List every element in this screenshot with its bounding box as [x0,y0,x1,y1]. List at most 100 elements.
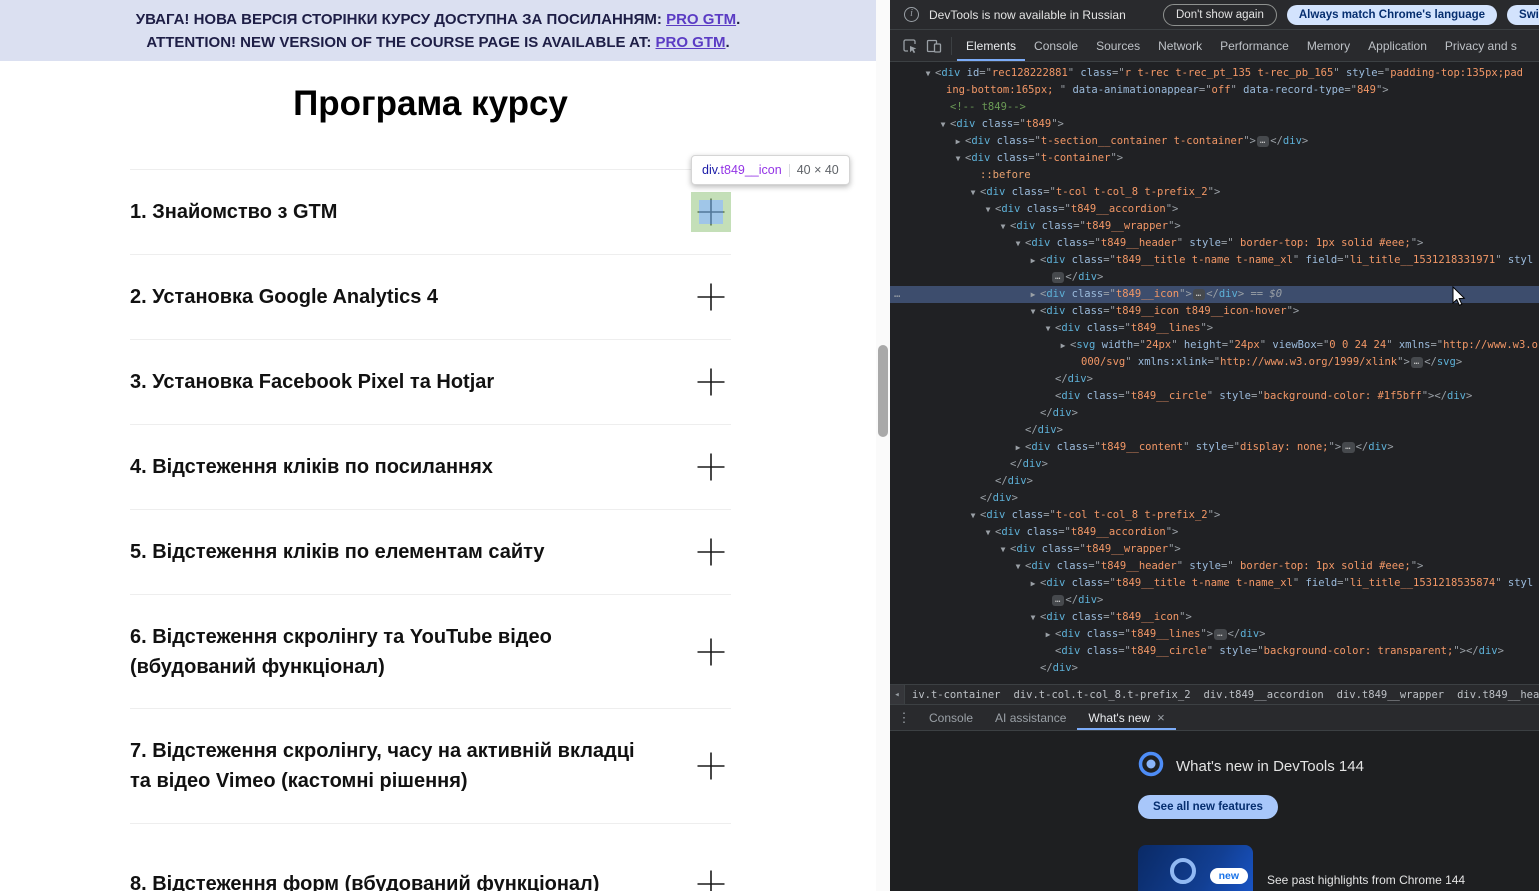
tree-node[interactable]: ▼<div class="t849__header" style=" borde… [890,235,1539,252]
breadcrumb-scroll-left-icon[interactable]: ◂ [890,685,905,704]
collapse-arrow-icon[interactable]: ▶ [1013,439,1023,456]
tree-node[interactable]: ::before [890,167,1539,184]
drawer-tab-what-s-new[interactable]: What's new× [1077,705,1175,730]
tree-node[interactable]: </div> [890,473,1539,490]
plus-icon[interactable] [696,869,726,891]
accordion-item[interactable]: 3. Установка Facebook Pixel та Hotjar [130,339,731,424]
expand-arrow-icon[interactable]: ▼ [983,201,993,218]
plus-icon[interactable] [696,367,726,397]
drawer-menu-icon[interactable]: ⋮ [890,705,918,730]
collapse-arrow-icon[interactable]: ▶ [1043,626,1053,643]
expand-arrow-icon[interactable]: ▼ [1028,303,1038,320]
plus-icon[interactable] [696,637,726,667]
tree-node[interactable]: ▼<div class="t849__lines"> [890,320,1539,337]
expand-arrow-icon[interactable]: ▼ [1043,320,1053,337]
tree-node[interactable]: ▼<div class="t849__icon"> [890,609,1539,626]
accordion-item[interactable]: 5. Відстеження кліків по елементам сайту [130,509,731,594]
plus-icon[interactable] [696,282,726,312]
expand-arrow-icon[interactable]: ▼ [1013,235,1023,252]
tree-node[interactable]: ▶<div class="t-section__container t-cont… [890,133,1539,150]
drawer-tab-console[interactable]: Console [918,705,984,730]
highlights-card[interactable]: new See past highlights from Chrome 144 [1138,845,1465,891]
tree-node[interactable]: ▶<div class="t849__title t-name t-name_x… [890,252,1539,269]
collapse-arrow-icon[interactable]: ▶ [1028,252,1038,269]
past-highlights-link[interactable]: See past highlights from Chrome 144 [1267,873,1465,887]
collapse-arrow-icon[interactable]: ▶ [1058,337,1068,354]
devtools-tab-elements[interactable]: Elements [957,30,1025,61]
breadcrumb-item[interactable]: div.t849__header [1455,688,1539,702]
tree-node[interactable]: ▼<div class="t849__wrapper"> [890,218,1539,235]
tree-node[interactable]: </div> [890,490,1539,507]
tree-node[interactable]: ▼<div class="t849__accordion"> [890,201,1539,218]
tree-node[interactable]: <!-- t849--> [890,99,1539,116]
expand-arrow-icon[interactable]: ▼ [983,524,993,541]
tree-node[interactable]: ▶<div class="t849__lines">…</div> [890,626,1539,643]
tree-node[interactable]: <div class="t849__circle" style="backgro… [890,643,1539,660]
plus-icon[interactable] [696,537,726,567]
accordion-item[interactable]: 4. Відстеження кліків по посиланнях [130,424,731,509]
breadcrumb-item[interactable]: div.t849__accordion [1202,688,1326,702]
tree-node[interactable]: </div> [890,422,1539,439]
devtools-tab-application[interactable]: Application [1359,30,1436,61]
devtools-tab-privacy-and-s[interactable]: Privacy and s [1436,30,1526,61]
expand-arrow-icon[interactable]: ▼ [968,184,978,201]
accordion-item[interactable]: 6. Відстеження скролінгу та YouTube віде… [130,594,731,708]
devtools-tab-sources[interactable]: Sources [1087,30,1149,61]
scrollbar-thumb[interactable] [878,345,888,437]
switch-language-button[interactable]: Swit [1507,5,1539,25]
tree-node[interactable]: ▶<div class="t849__title t-name t-name_x… [890,575,1539,592]
tree-node[interactable]: ▼<div class="t-col t-col_8 t-prefix_2"> [890,184,1539,201]
expand-arrow-icon[interactable]: ▼ [1028,609,1038,626]
tree-node[interactable]: ▶<svg width="24px" height="24px" viewBox… [890,337,1539,354]
accordion-item[interactable]: 2. Установка Google Analytics 4 [130,254,731,339]
close-icon[interactable]: × [1157,710,1165,725]
tree-node[interactable]: ▼<div class="t-col t-col_8 t-prefix_2"> [890,507,1539,524]
plus-icon[interactable] [696,197,726,227]
expand-arrow-icon[interactable]: ▼ [998,218,1008,235]
page-scrollbar[interactable] [876,0,890,891]
plus-icon[interactable] [696,751,726,781]
dont-show-again-button[interactable]: Don't show again [1163,4,1277,26]
breadcrumb-item[interactable]: div.t849__wrapper [1335,688,1446,702]
tree-node[interactable]: </div> [890,405,1539,422]
tree-node[interactable]: …</div> [890,592,1539,609]
devtools-tab-console[interactable]: Console [1025,30,1087,61]
tree-node[interactable]: ▼<div class="t849__wrapper"> [890,541,1539,558]
expand-arrow-icon[interactable]: ▼ [953,150,963,167]
expand-arrow-icon[interactable]: ▼ [998,541,1008,558]
breadcrumb-item[interactable]: iv.t-container [910,688,1003,702]
collapse-arrow-icon[interactable]: ▶ [1028,286,1038,303]
tree-node[interactable]: </div> [890,660,1539,677]
tree-node[interactable]: </div> [890,371,1539,388]
tree-node[interactable]: </div> [890,456,1539,473]
expand-arrow-icon[interactable]: ▼ [1013,558,1023,575]
tree-node[interactable]: ▼<div class="t-container"> [890,150,1539,167]
expand-arrow-icon[interactable]: ▼ [923,65,933,82]
tree-node-selected[interactable]: ▶…<div class="t849__icon">…</div> == $0 [890,286,1539,303]
accordion-item[interactable]: 8. Відстеження форм (вбудований функціон… [130,823,731,891]
pro-gtm-link-en[interactable]: PRO GTM [656,34,726,51]
tree-node[interactable]: ▼<div class="t849__header" style=" borde… [890,558,1539,575]
pro-gtm-link-uk[interactable]: PRO GTM [666,11,736,28]
expand-arrow-icon[interactable]: ▼ [938,116,948,133]
accordion-item[interactable]: 7. Відстеження скролінгу, часу на активн… [130,708,731,823]
accordion-item[interactable]: 1. Знайомство з GTM [130,169,731,254]
plus-icon[interactable] [696,452,726,482]
see-all-features-button[interactable]: See all new features [1138,795,1278,819]
tree-node[interactable]: 000/svg" xmlns:xlink="http://www.w3.org/… [890,354,1539,371]
tree-node[interactable]: <div class="t849__circle" style="backgro… [890,388,1539,405]
match-language-button[interactable]: Always match Chrome's language [1287,5,1497,25]
devtools-tab-performance[interactable]: Performance [1211,30,1298,61]
tree-node[interactable]: ▼<div class="t849"> [890,116,1539,133]
drawer-tab-ai-assistance[interactable]: AI assistance [984,705,1077,730]
tree-node[interactable]: ing-bottom:165px; " data-animationappear… [890,82,1539,99]
collapse-arrow-icon[interactable]: ▶ [1028,575,1038,592]
tree-node[interactable]: ▶<div class="t849__content" style="displ… [890,439,1539,456]
expand-arrow-icon[interactable]: ▼ [968,507,978,524]
inspect-element-icon[interactable] [898,34,922,58]
tree-node[interactable]: ▼<div class="t849__icon t849__icon-hover… [890,303,1539,320]
tree-node[interactable]: …</div> [890,269,1539,286]
tree-node[interactable]: ▼<div class="t849__accordion"> [890,524,1539,541]
collapse-arrow-icon[interactable]: ▶ [953,133,963,150]
devtools-tab-memory[interactable]: Memory [1298,30,1359,61]
